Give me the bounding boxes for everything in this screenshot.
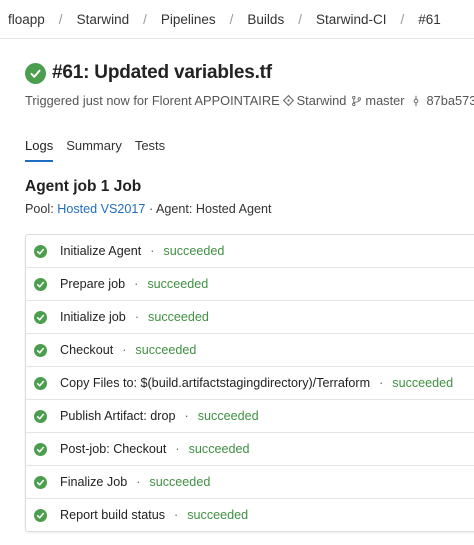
job-title: Agent job 1 Job <box>25 178 142 195</box>
step-name: Publish Artifact: drop <box>60 409 176 423</box>
check-circle-icon <box>25 62 46 84</box>
breadcrumb-item-org[interactable]: floapp <box>0 12 45 27</box>
step-separator: · <box>174 508 179 522</box>
check-circle-icon <box>34 310 47 324</box>
commit-link[interactable]: 87ba573 <box>427 93 474 108</box>
step-name: Report build status <box>60 508 166 522</box>
breadcrumb-separator: / <box>229 11 234 27</box>
build-trigger-info: Triggered just now for Florent APPOINTAI… <box>25 93 474 108</box>
job-pool-info: Pool: Hosted VS2017 · Agent: Hosted Agen… <box>25 202 271 216</box>
check-circle-icon <box>34 508 47 522</box>
agent-info: Agent: Hosted Agent <box>155 202 272 216</box>
check-circle-icon <box>34 277 47 291</box>
commit-icon <box>411 95 421 107</box>
step-status: succeeded <box>149 475 211 489</box>
step-status: succeeded <box>392 376 454 390</box>
step-name: Checkout <box>60 343 114 357</box>
breadcrumb-item-pipeline[interactable]: Starwind-CI <box>316 12 387 27</box>
step-status: succeeded <box>135 343 197 357</box>
step-status: succeeded <box>197 409 259 423</box>
step-separator: · <box>150 244 155 258</box>
step-status: succeeded <box>187 508 249 522</box>
step-row[interactable]: Initialize job · succeeded <box>26 301 474 334</box>
branch-icon <box>351 95 362 107</box>
branch-link[interactable]: master <box>365 93 404 108</box>
step-separator: · <box>175 442 180 456</box>
tab-bar: Logs Summary Tests <box>25 138 178 162</box>
breadcrumb-item-builds[interactable]: Builds <box>247 12 284 27</box>
step-name: Initialize job <box>60 310 126 324</box>
step-separator: · <box>122 343 127 357</box>
step-separator: · <box>134 310 140 324</box>
build-title-row: #61: Updated variables.tf <box>25 62 272 84</box>
breadcrumb-item-pipelines[interactable]: Pipelines <box>161 12 216 27</box>
triggered-text: Triggered just now for Florent APPOINTAI… <box>25 93 280 108</box>
step-name: Prepare job <box>60 277 126 291</box>
step-row[interactable]: Prepare job · succeeded <box>26 268 474 301</box>
page-title: #61: Updated variables.tf <box>52 62 272 83</box>
step-separator: · <box>134 277 139 291</box>
step-name: Copy Files to: $(build.artifactstagingdi… <box>60 376 371 390</box>
step-row[interactable]: Copy Files to: $(build.artifactstagingdi… <box>26 367 474 400</box>
pool-separator: · <box>148 202 154 216</box>
step-separator: · <box>379 376 384 390</box>
repo-icon <box>282 95 294 106</box>
check-circle-icon <box>34 442 47 456</box>
step-row[interactable]: Post-job: Checkout · succeeded <box>26 433 474 466</box>
check-circle-icon <box>34 409 47 423</box>
tab-logs[interactable]: Logs <box>25 138 54 162</box>
check-circle-icon <box>34 343 47 357</box>
step-row[interactable]: Publish Artifact: drop · succeeded <box>26 400 474 433</box>
breadcrumb-separator: / <box>58 11 63 27</box>
step-row[interactable]: Checkout · succeeded <box>26 334 474 367</box>
breadcrumb-separator: / <box>143 11 147 27</box>
pool-link[interactable]: Hosted VS2017 <box>57 202 145 216</box>
step-row[interactable]: Initialize Agent · succeeded <box>26 235 474 268</box>
breadcrumb-item-build[interactable]: #61 <box>418 12 441 27</box>
repo-link[interactable]: Starwind <box>297 93 347 108</box>
breadcrumb-item-project[interactable]: Starwind <box>77 12 130 27</box>
check-circle-icon <box>34 244 47 258</box>
step-row[interactable]: Finalize Job · succeeded <box>26 466 474 499</box>
tab-tests[interactable]: Tests <box>135 138 165 162</box>
job-steps-list: Initialize Agent · succeeded Prepare job… <box>25 234 474 532</box>
step-status: succeeded <box>188 442 250 456</box>
step-status: succeeded <box>163 244 225 258</box>
step-status: succeeded <box>147 277 209 291</box>
step-separator: · <box>136 475 141 489</box>
step-name: Initialize Agent <box>60 244 142 258</box>
breadcrumb-separator: / <box>298 11 302 27</box>
step-name: Post-job: Checkout <box>60 442 167 456</box>
step-name: Finalize Job <box>60 475 128 489</box>
breadcrumb-separator: / <box>400 11 405 27</box>
check-circle-icon <box>34 376 47 390</box>
step-row[interactable]: Report build status · succeeded <box>26 499 474 531</box>
breadcrumb: floapp / Starwind / Pipelines / Builds /… <box>0 0 474 39</box>
step-status: succeeded <box>148 310 209 324</box>
check-circle-icon <box>34 475 47 489</box>
tab-summary[interactable]: Summary <box>66 138 122 162</box>
pool-label: Pool: <box>25 202 54 216</box>
step-separator: · <box>184 409 189 423</box>
